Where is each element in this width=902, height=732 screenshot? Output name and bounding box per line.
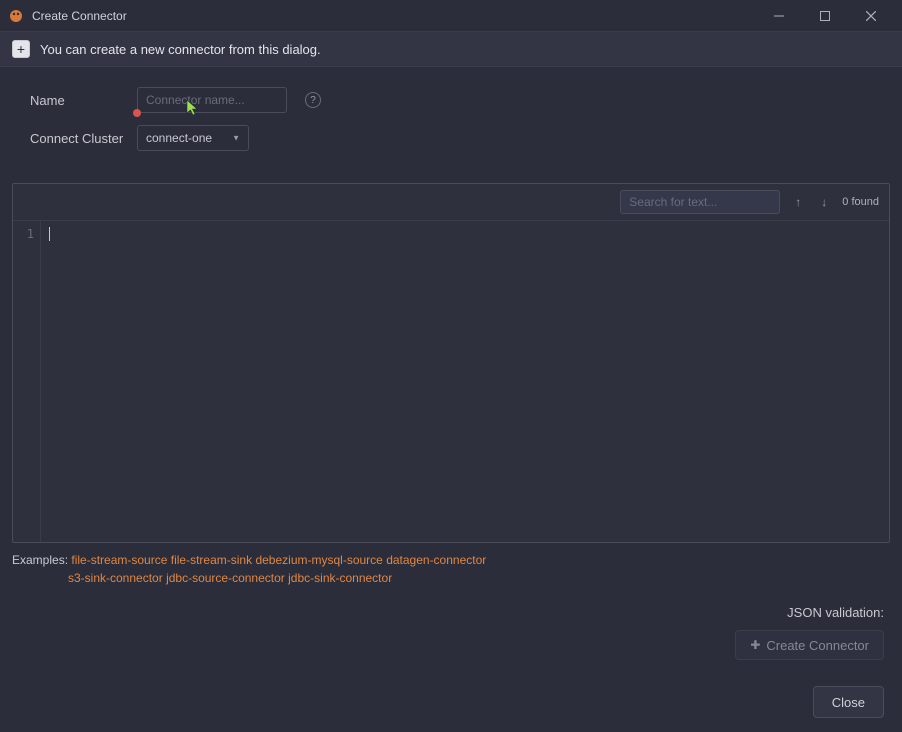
example-link[interactable]: jdbc-sink-connector	[288, 571, 392, 585]
error-indicator-icon	[133, 109, 141, 117]
search-prev-button[interactable]: ↑	[790, 195, 806, 209]
search-next-button[interactable]: ↓	[816, 195, 832, 209]
info-text: You can create a new connector from this…	[40, 42, 321, 57]
cluster-label: Connect Cluster	[30, 131, 125, 146]
create-connector-button[interactable]: ✚ Create Connector	[735, 630, 884, 660]
line-number: 1	[19, 227, 34, 241]
editor-panel: ↑ ↓ 0 found 1	[12, 183, 890, 543]
plus-icon: ✚	[750, 638, 760, 652]
close-button-label: Close	[832, 695, 865, 710]
chevron-down-icon: ▼	[232, 134, 240, 143]
titlebar: Create Connector	[0, 0, 902, 32]
close-button[interactable]: Close	[813, 686, 884, 718]
help-icon[interactable]: ?	[305, 92, 321, 108]
create-button-label: Create Connector	[766, 638, 869, 653]
example-link[interactable]: s3-sink-connector	[68, 571, 163, 585]
editor-gutter: 1	[13, 221, 41, 542]
minimize-button[interactable]	[756, 0, 802, 32]
example-link[interactable]: jdbc-source-connector	[166, 571, 285, 585]
editor-textarea[interactable]	[41, 221, 889, 542]
examples-label: Examples:	[12, 553, 68, 567]
search-found-count: 0 found	[842, 196, 879, 208]
example-link[interactable]: file-stream-sink	[171, 553, 252, 567]
plus-icon: +	[12, 40, 30, 58]
example-link[interactable]: file-stream-source	[71, 553, 167, 567]
example-link[interactable]: debezium-mysql-source	[255, 553, 382, 567]
json-validation-label: JSON validation:	[0, 605, 884, 620]
cluster-select-value: connect-one	[146, 131, 212, 145]
connector-name-input[interactable]	[137, 87, 287, 113]
info-bar: + You can create a new connector from th…	[0, 32, 902, 67]
connect-cluster-select[interactable]: connect-one ▼	[137, 125, 249, 151]
close-window-button[interactable]	[848, 0, 894, 32]
maximize-button[interactable]	[802, 0, 848, 32]
window-title: Create Connector	[32, 9, 127, 23]
name-label: Name	[30, 93, 125, 108]
editor-search-input[interactable]	[620, 190, 780, 214]
app-icon	[8, 8, 24, 24]
example-link[interactable]: datagen-connector	[386, 553, 486, 567]
